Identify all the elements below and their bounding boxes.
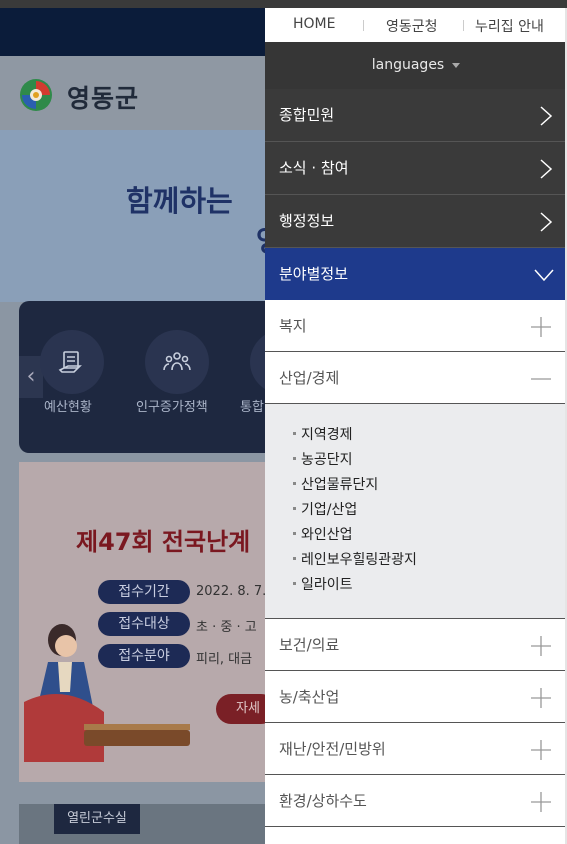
top-strip xyxy=(0,0,567,8)
submenu-item-industry-economy[interactable]: 산업/경제 xyxy=(265,352,567,404)
plus-icon xyxy=(531,740,551,760)
subsubmenu-item[interactable]: 와인산업 xyxy=(293,524,353,544)
quick-label-integrated[interactable]: 통합 xyxy=(240,396,264,415)
county-office-link[interactable]: 영동군청 xyxy=(386,16,438,36)
languages-dropdown[interactable]: languages xyxy=(265,42,567,89)
mayor-office-tag[interactable]: 열린군수실 xyxy=(54,804,140,834)
quick-label-budget[interactable]: 예산현황 xyxy=(44,396,92,415)
banner-row-value: 피리, 대금 xyxy=(196,652,253,667)
menu-item-news[interactable]: 소식 · 참여 xyxy=(265,142,567,195)
subsubmenu-item[interactable]: 기업/산업 xyxy=(292,499,357,519)
subsubmenu-item[interactable]: 지역경제 xyxy=(293,424,353,444)
plus-icon xyxy=(531,688,551,708)
submenu-item-health[interactable]: 보건/의료 xyxy=(265,619,567,671)
submenu-item-label: 재난/안전/민방위 xyxy=(279,740,386,758)
banner-row-value: 초 · 중 · 고 xyxy=(196,620,257,635)
logo-icon[interactable] xyxy=(18,77,62,113)
logo-text[interactable]: 영동군 xyxy=(67,79,139,115)
home-link[interactable]: HOME xyxy=(293,16,335,32)
subsubmenu-item[interactable]: 레인보우힐링관광지 xyxy=(293,549,417,569)
chevron-right-icon xyxy=(540,106,553,126)
side-menu: HOME 영동군청 누리집 안내 languages 종합민원 소식 · 참여 … xyxy=(265,8,567,844)
plus-icon xyxy=(531,792,551,812)
submenu-item-safety[interactable]: 재난/안전/민방위 xyxy=(265,723,567,775)
subsubmenu-item[interactable]: 산업물류단지 xyxy=(292,474,378,494)
chevron-down-icon xyxy=(534,269,554,282)
submenu-item-label: 농/축산업 xyxy=(279,688,340,706)
chevron-right-icon xyxy=(540,212,553,232)
submenu-item-label: 환경/상하수도 xyxy=(279,792,367,810)
submenu-item-environment[interactable]: 환경/상하수도 xyxy=(265,775,567,827)
divider xyxy=(463,20,464,31)
site-guide-link[interactable]: 누리집 안내 xyxy=(475,16,544,36)
submenu-item-agriculture[interactable]: 농/축산업 xyxy=(265,671,567,723)
submenu-item-welfare[interactable]: 복지 xyxy=(265,300,567,352)
chevron-right-icon xyxy=(540,159,553,179)
subsubmenu-item[interactable]: 일라이트 xyxy=(293,574,353,594)
utility-bar: HOME 영동군청 누리집 안내 xyxy=(265,8,567,42)
banner-row-label: 접수기간 xyxy=(98,580,190,604)
budget-icon[interactable] xyxy=(40,330,104,394)
menu-item-label: 분야별정보 xyxy=(279,265,349,283)
subsubmenu-item[interactable]: 농공단지 xyxy=(293,449,353,469)
menu-item-field-info[interactable]: 분야별정보 xyxy=(265,248,567,301)
people-icon[interactable] xyxy=(145,330,209,394)
submenu-item-label: 산업/경제 xyxy=(279,369,340,387)
minus-icon xyxy=(531,378,551,380)
divider xyxy=(363,20,364,31)
hero-slogan-line1: 함께하는 xyxy=(126,184,233,218)
menu-item-label: 소식 · 참여 xyxy=(279,159,349,177)
screen: 영동군 함께하는 영 ‹ 예산현황 인구증가정책 통합 제47회 전국난계 접수… xyxy=(0,0,567,844)
submenu-item-label: 보건/의료 xyxy=(279,636,340,654)
submenu-item-label: 복지 xyxy=(279,317,307,335)
menu-item-admin-info[interactable]: 행정정보 xyxy=(265,195,567,248)
banner-row-value: 2022. 8. 7. xyxy=(196,584,267,599)
plus-icon xyxy=(531,636,551,656)
menu-item-general-civil[interactable]: 종합민원 xyxy=(265,89,567,142)
languages-label: languages xyxy=(371,57,445,73)
banner-title: 제47회 전국난계 xyxy=(76,528,251,556)
quick-label-population[interactable]: 인구증가정책 xyxy=(136,396,208,415)
menu-item-label: 종합민원 xyxy=(279,106,335,124)
subsubmenu-panel: 지역경제 농공단지 산업물류단지 기업/산업 와인산업 레인보우힐링관광지 일라… xyxy=(265,404,565,618)
plus-icon xyxy=(531,317,551,337)
menu-item-label: 행정정보 xyxy=(279,212,335,230)
gayageum-player-illustration xyxy=(24,624,190,762)
caret-down-icon xyxy=(452,62,461,68)
